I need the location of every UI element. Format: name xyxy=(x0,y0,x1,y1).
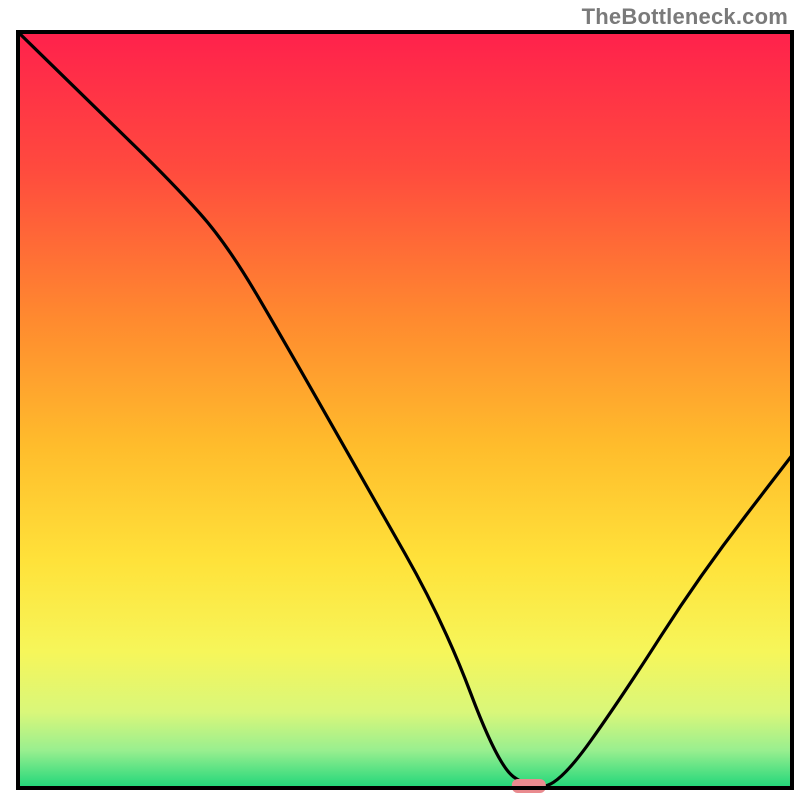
watermark-text: TheBottleneck.com xyxy=(582,4,788,30)
chart-container: TheBottleneck.com xyxy=(0,0,800,800)
bottleneck-chart xyxy=(0,0,800,800)
